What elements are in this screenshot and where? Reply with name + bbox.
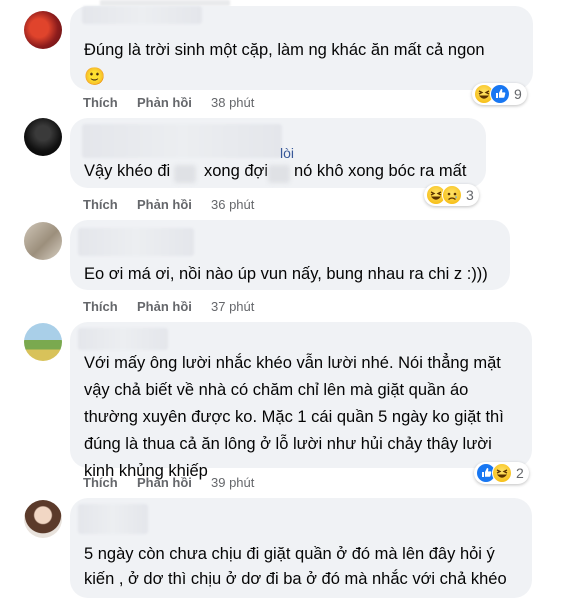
comment-text: Eo ơi má ơi, nồi nào úp vun nấy, bung nh… bbox=[84, 265, 488, 283]
like-link[interactable]: Thích bbox=[83, 299, 118, 314]
reply-link[interactable]: Phản hồi bbox=[137, 197, 192, 212]
blurred-author-name[interactable] bbox=[82, 6, 202, 24]
like-link[interactable]: Thích bbox=[83, 95, 118, 110]
blurred-author-name[interactable] bbox=[78, 228, 194, 256]
comment-text-line: 5 ngày còn chưa chịu đi giặt quần ở đó m… bbox=[84, 545, 495, 563]
timestamp[interactable]: 37 phút bbox=[211, 299, 254, 314]
blurred-author-name[interactable] bbox=[78, 504, 148, 534]
comment-text-part-3: nó khô xong bóc ra mất bbox=[294, 162, 467, 180]
comment-text-line: Với mấy ông lười nhắc khéo vẫn lười nhé.… bbox=[84, 354, 501, 372]
avatar[interactable] bbox=[24, 222, 62, 260]
comment-bubble: Với mấy ông lười nhắc khéo vẫn lười nhé.… bbox=[70, 322, 532, 480]
reply-link[interactable]: Phản hồi bbox=[137, 95, 192, 110]
reply-link[interactable]: Phản hồi bbox=[137, 475, 192, 490]
comment-bubble: Đúng là trời sinh một cặp, làm ng khác ă… bbox=[70, 6, 533, 90]
comment-text-line: thường xuyên được ko. Mặc 1 cái quần 5 n… bbox=[84, 408, 504, 426]
avatar[interactable] bbox=[24, 11, 62, 49]
reaction-summary[interactable]: 9 bbox=[472, 83, 527, 105]
timestamp[interactable]: 39 phút bbox=[211, 475, 254, 490]
reply-link[interactable]: Phản hồi bbox=[137, 299, 192, 314]
comment-bubble: 5 ngày còn chưa chịu đi giặt quần ở đó m… bbox=[70, 498, 532, 598]
reaction-count: 9 bbox=[514, 86, 522, 102]
comment-text: Đúng là trời sinh một cặp, làm ng khác ă… bbox=[84, 41, 485, 59]
comment-bubble: lòi Vậy khéo đi xong đợi nó khô xong bóc… bbox=[70, 118, 486, 188]
comment-text-line: vậy chả biết về nhà có chăm chỉ lên mà g… bbox=[84, 381, 469, 399]
avatar[interactable] bbox=[24, 118, 62, 156]
name-fragment[interactable]: lòi bbox=[280, 140, 294, 167]
smile-emoji: 🙂 bbox=[84, 67, 106, 86]
censored-word bbox=[174, 165, 196, 183]
censored-word bbox=[268, 165, 290, 183]
haha-icon bbox=[492, 463, 512, 483]
reaction-count: 2 bbox=[516, 465, 524, 481]
blurred-author-name[interactable] bbox=[78, 328, 168, 350]
comment-text-part-1: Vậy khéo đi bbox=[84, 162, 171, 180]
comment-text-part-2: xong đợi bbox=[204, 162, 269, 180]
avatar[interactable] bbox=[24, 500, 62, 538]
blurred-author-name[interactable] bbox=[82, 124, 282, 158]
timestamp[interactable]: 38 phút bbox=[211, 95, 254, 110]
reaction-count: 3 bbox=[466, 187, 474, 203]
timestamp[interactable]: 36 phút bbox=[211, 197, 254, 212]
like-link[interactable]: Thích bbox=[83, 475, 118, 490]
reaction-summary[interactable]: 2 bbox=[474, 462, 529, 484]
sad-icon bbox=[442, 185, 462, 205]
comment-text-line: đúng là thua cả ăn lông ở lỗ lười như hủ… bbox=[84, 435, 492, 453]
avatar[interactable] bbox=[24, 323, 62, 361]
reaction-summary[interactable]: 3 bbox=[424, 184, 479, 206]
like-icon bbox=[490, 84, 510, 104]
comment-text-line: kiến , ở dơ thì chịu ở dơ đi ba ở đó mà … bbox=[84, 570, 507, 588]
comment-bubble: Eo ơi má ơi, nồi nào úp vun nấy, bung nh… bbox=[70, 220, 510, 290]
like-link[interactable]: Thích bbox=[83, 197, 118, 212]
